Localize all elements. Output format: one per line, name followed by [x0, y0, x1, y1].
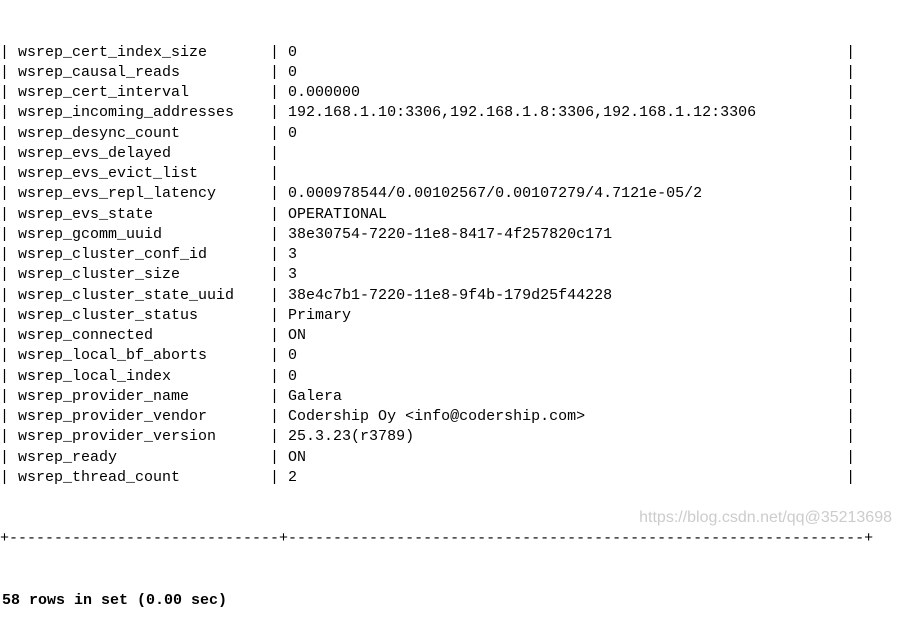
table-row: | wsrep_cert_index_size | 0 |: [0, 43, 912, 63]
table-row: | wsrep_cert_interval | 0.000000 |: [0, 83, 912, 103]
table-row: | wsrep_local_index | 0 |: [0, 367, 912, 387]
table-row: | wsrep_evs_evict_list | |: [0, 164, 912, 184]
table-row: | wsrep_cluster_size | 3 |: [0, 265, 912, 285]
table-row: | wsrep_thread_count | 2 |: [0, 468, 912, 488]
table-row: | wsrep_provider_version | 25.3.23(r3789…: [0, 427, 912, 447]
table-row: | wsrep_provider_name | Galera |: [0, 387, 912, 407]
table-row: | wsrep_cluster_status | Primary |: [0, 306, 912, 326]
table-row: | wsrep_provider_vendor | Codership Oy <…: [0, 407, 912, 427]
table-row: | wsrep_connected | ON |: [0, 326, 912, 346]
mysql-status-table: | wsrep_cert_index_size | 0 || wsrep_cau…: [0, 2, 912, 632]
watermark-text: https://blog.csdn.net/qq@35213698: [639, 507, 892, 529]
table-row: | wsrep_ready | ON |: [0, 448, 912, 468]
result-summary: 58 rows in set (0.00 sec): [0, 589, 912, 611]
table-row: | wsrep_evs_state | OPERATIONAL |: [0, 205, 912, 225]
table-row: | wsrep_evs_repl_latency | 0.000978544/0…: [0, 184, 912, 204]
table-row: | wsrep_gcomm_uuid | 38e30754-7220-11e8-…: [0, 225, 912, 245]
table-border-bottom: +------------------------------+--------…: [0, 529, 912, 549]
table-row: | wsrep_incoming_addresses | 192.168.1.1…: [0, 103, 912, 123]
table-row: | wsrep_causal_reads | 0 |: [0, 63, 912, 83]
table-row: | wsrep_local_bf_aborts | 0 |: [0, 346, 912, 366]
table-row: | wsrep_cluster_state_uuid | 38e4c7b1-72…: [0, 286, 912, 306]
table-row: | wsrep_desync_count | 0 |: [0, 124, 912, 144]
table-row: | wsrep_cluster_conf_id | 3 |: [0, 245, 912, 265]
table-row: | wsrep_evs_delayed | |: [0, 144, 912, 164]
table-rows: | wsrep_cert_index_size | 0 || wsrep_cau…: [0, 43, 912, 489]
